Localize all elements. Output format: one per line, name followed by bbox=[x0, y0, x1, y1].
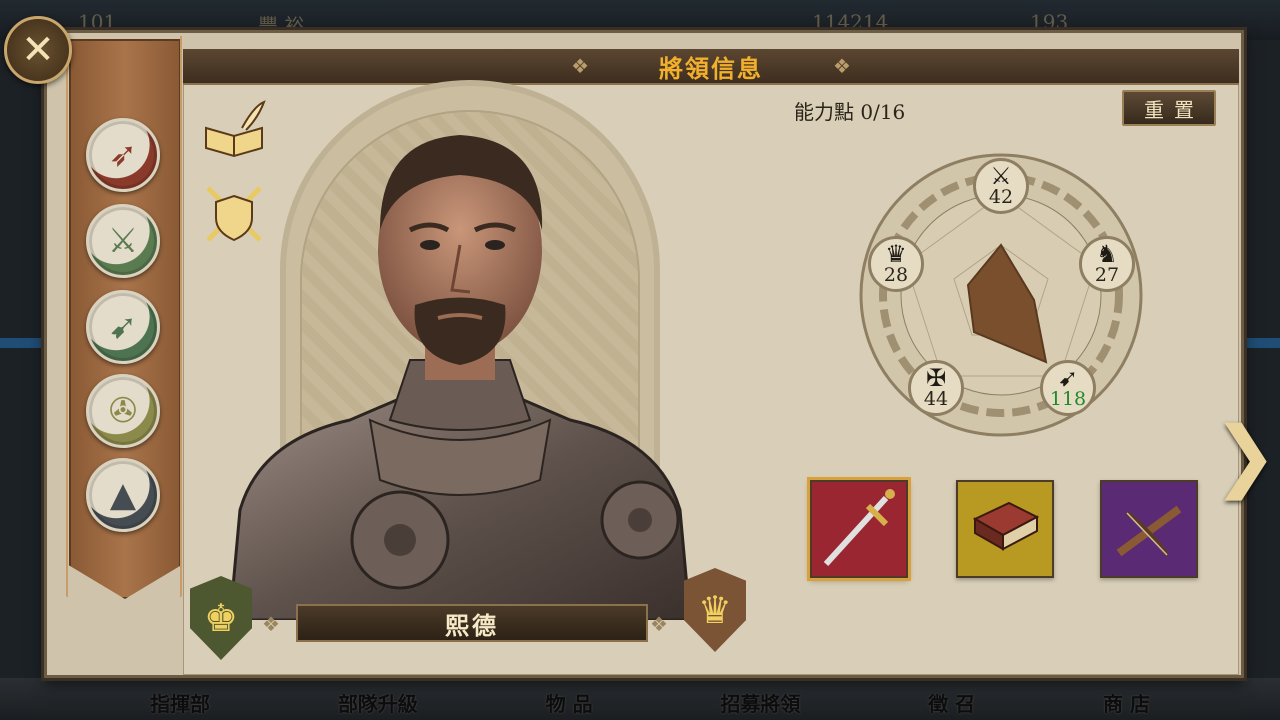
shield-swords-icon bbox=[206, 186, 262, 242]
unit-crossbow-button[interactable]: ✇ bbox=[86, 374, 160, 448]
stat-value: 44 bbox=[923, 388, 949, 410]
equip-slot-sword[interactable] bbox=[810, 480, 908, 578]
horse-icon: ♞ bbox=[1096, 240, 1118, 268]
swords-icon: ⚔ bbox=[990, 162, 1012, 190]
nav-conscript[interactable]: 徵 召 bbox=[928, 688, 975, 716]
spear-icon: ➶ bbox=[108, 135, 138, 175]
stat-node-swords: ⚔ 42 bbox=[973, 158, 1029, 214]
eagle-icon: ✠ bbox=[925, 364, 947, 392]
forest-icon: ▲ bbox=[109, 475, 137, 515]
stat-node-bow: ➹ 118 bbox=[1040, 360, 1096, 416]
name-ornament-right-icon: ❖ bbox=[650, 612, 668, 636]
stat-value: 118 bbox=[1049, 388, 1087, 410]
close-button[interactable]: ✕ bbox=[4, 16, 72, 84]
general-portrait bbox=[228, 135, 692, 620]
next-general-button[interactable]: ❯ bbox=[1212, 411, 1277, 501]
chess-king-icon: ♚ bbox=[203, 596, 239, 640]
equip-slot-tome[interactable] bbox=[956, 480, 1054, 578]
reset-button[interactable]: 重置 bbox=[1122, 90, 1216, 126]
crown-icon: ♛ bbox=[885, 240, 907, 268]
crossed-swords-icon: ⚔ bbox=[107, 221, 139, 261]
stat-node-horse: ♞ 27 bbox=[1079, 236, 1135, 292]
stat-value: 27 bbox=[1094, 264, 1120, 286]
chevron-right-icon: ❯ bbox=[1212, 411, 1278, 501]
bottom-nav: 指揮部 部隊升級 物 品 招募將領 徵 召 商 店 bbox=[150, 688, 1150, 716]
nav-shop[interactable]: 商 店 bbox=[1103, 688, 1150, 716]
name-ornament-left-icon: ❖ bbox=[262, 612, 280, 636]
nav-command[interactable]: 指揮部 bbox=[150, 688, 210, 716]
crown-icon: ♛ bbox=[697, 588, 733, 632]
book-quill-icon bbox=[205, 100, 266, 158]
equipment-shield-button[interactable] bbox=[202, 182, 266, 246]
biography-book-button[interactable] bbox=[202, 96, 266, 160]
tome-icon bbox=[972, 501, 1040, 551]
nav-recruit[interactable]: 招募將領 bbox=[720, 688, 800, 716]
unit-archer-button[interactable]: ➹ bbox=[86, 290, 160, 364]
nav-items[interactable]: 物 品 bbox=[546, 688, 593, 716]
general-name: 熙德 bbox=[445, 610, 499, 640]
title-ornament-left-icon: ❖ bbox=[571, 54, 589, 78]
stat-node-eagle: ✠ 44 bbox=[908, 360, 964, 416]
sword-icon bbox=[823, 489, 895, 567]
bow-icon: ➹ bbox=[108, 307, 138, 347]
unit-spear-button[interactable]: ➶ bbox=[86, 118, 160, 192]
name-plate: 熙德 bbox=[296, 604, 648, 642]
ability-points-label: 能力點 0/16 bbox=[794, 100, 906, 124]
close-icon: ✕ bbox=[21, 27, 55, 73]
crossbow-icon: ✇ bbox=[108, 391, 138, 431]
unit-terrain-button[interactable]: ▲ bbox=[86, 458, 160, 532]
unit-swordsman-button[interactable]: ⚔ bbox=[86, 204, 160, 278]
crossbow-icon bbox=[1116, 505, 1182, 557]
stat-value: 28 bbox=[883, 264, 909, 286]
panel-title: 將領信息 bbox=[659, 53, 763, 83]
title-bar: ❖ 將領信息 ❖ bbox=[183, 49, 1239, 85]
bow-icon: ➹ bbox=[1057, 364, 1079, 392]
equip-slot-crossbow[interactable] bbox=[1100, 480, 1198, 578]
stat-node-crown: ♛ 28 bbox=[868, 236, 924, 292]
stat-value: 42 bbox=[988, 186, 1014, 208]
nav-upgrade[interactable]: 部隊升級 bbox=[338, 688, 418, 716]
title-ornament-right-icon: ❖ bbox=[833, 54, 851, 78]
